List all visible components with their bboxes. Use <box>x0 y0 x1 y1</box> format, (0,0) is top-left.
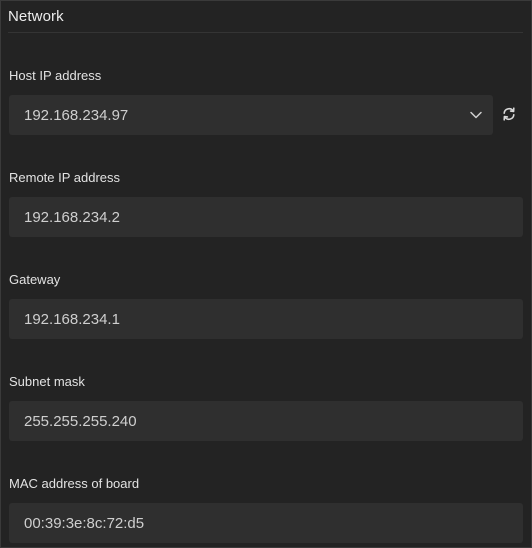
refresh-icon[interactable] <box>501 106 517 122</box>
host-ip-select[interactable]: 192.168.234.97 <box>9 95 493 135</box>
mac-address-input[interactable]: 00:39:3e:8c:72:d5 <box>9 503 523 543</box>
mac-address-label: MAC address of board <box>9 476 140 491</box>
subnet-mask-input[interactable]: 255.255.255.240 <box>9 401 523 441</box>
gateway-label: Gateway <box>9 272 61 287</box>
chevron-down-icon <box>470 111 482 119</box>
host-ip-label: Host IP address <box>9 68 102 83</box>
subnet-mask-label: Subnet mask <box>9 374 85 389</box>
gateway-input[interactable]: 192.168.234.1 <box>9 299 523 339</box>
host-ip-value: 192.168.234.97 <box>24 106 129 124</box>
network-panel: Network Host IP address 192.168.234.97 R… <box>0 0 532 548</box>
title-divider <box>8 32 523 33</box>
panel-title: Network <box>8 8 64 25</box>
remote-ip-input[interactable]: 192.168.234.2 <box>9 197 523 237</box>
remote-ip-value: 192.168.234.2 <box>24 208 120 226</box>
mac-address-value: 00:39:3e:8c:72:d5 <box>24 514 145 532</box>
remote-ip-label: Remote IP address <box>9 170 121 185</box>
subnet-mask-value: 255.255.255.240 <box>24 412 137 430</box>
gateway-value: 192.168.234.1 <box>24 310 120 328</box>
